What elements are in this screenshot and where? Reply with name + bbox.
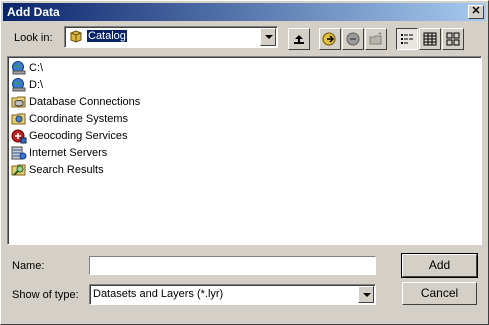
list-item-label: Geocoding Services <box>29 130 128 142</box>
catalog-contents-list[interactable]: C:\ D:\ Database Connections Coordinate … <box>7 56 482 245</box>
thumbnails-view-icon <box>446 32 460 46</box>
list-item-label: Database Connections <box>29 96 141 108</box>
connect-folder-button[interactable] <box>319 28 341 50</box>
catalog-icon <box>70 30 82 43</box>
list-view-button[interactable] <box>396 28 418 50</box>
title-bar[interactable]: Add Data ✕ <box>3 3 486 21</box>
details-view-button[interactable] <box>419 28 441 50</box>
list-item-search-results[interactable]: Search Results <box>11 162 104 178</box>
up-one-level-icon <box>294 35 304 44</box>
add-button[interactable]: Add <box>401 253 478 278</box>
search-results-icon <box>11 164 26 176</box>
chevron-down-icon[interactable] <box>260 28 276 46</box>
look-in-dropdown[interactable]: Catalog <box>64 26 278 48</box>
coordinate-systems-icon <box>11 113 26 125</box>
list-item-d-drive[interactable]: D:\ <box>11 77 43 93</box>
internet-servers-icon <box>11 146 27 160</box>
database-connections-icon <box>11 96 26 108</box>
look-in-label: Look in: <box>14 32 53 44</box>
list-item-geocoding-services[interactable]: Geocoding Services <box>11 128 127 144</box>
show-of-type-label: Show of type: <box>12 289 79 301</box>
list-item-label: Search Results <box>29 164 104 176</box>
list-item-label: Internet Servers <box>29 147 108 159</box>
close-icon: ✕ <box>471 5 481 17</box>
list-view-icon <box>401 34 413 44</box>
list-item-database-connections[interactable]: Database Connections <box>11 94 140 110</box>
add-data-dialog: Add Data ✕ Look in: Catalog C:\ D:\ Data… <box>0 0 489 325</box>
connect-folder-icon <box>322 32 336 46</box>
up-one-level-button[interactable] <box>288 28 310 50</box>
show-of-type-value: Datasets and Layers (*.lyr) <box>93 288 224 300</box>
cancel-button[interactable]: Cancel <box>402 282 477 305</box>
list-item-c-drive[interactable]: C:\ <box>11 60 43 76</box>
new-folder-button[interactable] <box>365 28 387 50</box>
details-view-icon <box>423 32 437 46</box>
list-item-label: D:\ <box>29 79 44 91</box>
name-label: Name: <box>12 260 45 272</box>
geocoding-services-icon <box>11 129 27 144</box>
dialog-title: Add Data <box>7 5 60 19</box>
drive-icon <box>12 78 26 92</box>
new-folder-icon <box>369 32 382 45</box>
name-input[interactable] <box>89 256 376 275</box>
thumbnails-view-button[interactable] <box>442 28 464 50</box>
chevron-down-icon[interactable] <box>358 286 374 303</box>
look-in-value: Catalog <box>86 29 128 43</box>
show-of-type-dropdown[interactable]: Datasets and Layers (*.lyr) <box>89 284 376 305</box>
list-item-coordinate-systems[interactable]: Coordinate Systems <box>11 111 128 127</box>
list-item-internet-servers[interactable]: Internet Servers <box>11 145 107 161</box>
drive-icon <box>12 61 26 75</box>
list-item-label: C:\ <box>29 62 44 74</box>
list-item-label: Coordinate Systems <box>29 113 129 125</box>
disconnect-folder-button[interactable] <box>342 28 364 50</box>
close-button[interactable]: ✕ <box>468 5 484 19</box>
disconnect-icon <box>346 32 360 46</box>
